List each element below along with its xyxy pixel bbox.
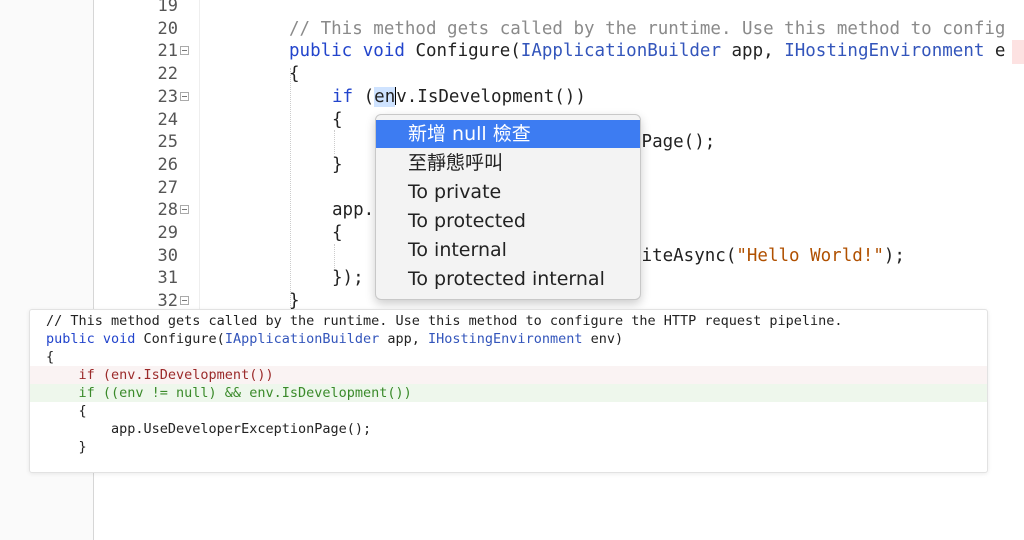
- menu-item-to-static-call[interactable]: 至靜態呼叫: [376, 149, 640, 177]
- line-number: 28: [120, 199, 190, 222]
- line-number: 29: [157, 223, 178, 243]
- code-line: if (env.IsDevelopment()): [332, 86, 586, 107]
- code-line: public void Configure(IApplicationBuilde…: [289, 41, 1006, 62]
- menu-item-add-null-check[interactable]: 新增 null 檢查: [376, 120, 640, 148]
- line-number: 21: [120, 40, 190, 63]
- fold-toggle-icon[interactable]: [180, 46, 189, 56]
- preview-line: public void Configure(IApplicationBuilde…: [46, 331, 624, 347]
- code-line: nPage();: [631, 132, 716, 153]
- preview-line: app.UseDeveloperExceptionPage();: [46, 421, 372, 437]
- code-line: app.: [332, 200, 375, 221]
- fold-toggle-icon[interactable]: [180, 91, 189, 101]
- code-line: riteAsync("Hello World!");: [631, 245, 905, 266]
- line-number: 31: [157, 268, 178, 289]
- line-number: 24: [157, 109, 178, 130]
- line-number: 25: [157, 132, 178, 153]
- code-line: });: [332, 268, 364, 289]
- indent-guide: [334, 244, 335, 268]
- preview-removed-line: if (env.IsDevelopment()): [30, 366, 987, 384]
- preview-line: // This method gets called by the runtim…: [46, 313, 843, 329]
- preview-line: {: [46, 403, 87, 419]
- menu-item-to-protected-internal[interactable]: To protected internal: [376, 265, 640, 293]
- fold-divider: [199, 0, 200, 310]
- code-line: }: [332, 154, 343, 175]
- preview-added-line: if ((env != null) && env.IsDevelopment()…: [30, 384, 987, 402]
- line-number: 20: [157, 18, 178, 39]
- menu-item-to-private[interactable]: To private: [376, 178, 640, 206]
- indent-guide: [290, 68, 291, 308]
- menu-item-to-protected[interactable]: To protected: [376, 207, 640, 235]
- quick-fix-menu: 新增 null 檢查 至靜態呼叫 To private To protected…: [375, 114, 641, 300]
- line-number: 30: [157, 245, 178, 266]
- preview-line: {: [46, 349, 55, 365]
- selected-token[interactable]: en: [374, 86, 396, 107]
- fix-preview-panel: // This method gets called by the runtim…: [29, 309, 988, 473]
- line-number: 27: [157, 177, 178, 198]
- indent-guide: [334, 130, 335, 154]
- code-line: {: [332, 109, 343, 130]
- code-line: {: [289, 64, 300, 85]
- menu-item-to-internal[interactable]: To internal: [376, 236, 640, 264]
- fold-toggle-icon[interactable]: [180, 205, 189, 215]
- line-number: 23: [120, 86, 190, 109]
- line-number: 22: [157, 64, 178, 85]
- line-number: 19: [157, 0, 178, 16]
- code-line: {: [332, 223, 343, 243]
- code-line: // This method gets called by the runtim…: [289, 18, 1006, 39]
- fold-toggle-icon[interactable]: [180, 296, 189, 306]
- line-number: 26: [157, 154, 178, 175]
- preview-line: }: [46, 439, 87, 455]
- error-marker: [1012, 40, 1024, 64]
